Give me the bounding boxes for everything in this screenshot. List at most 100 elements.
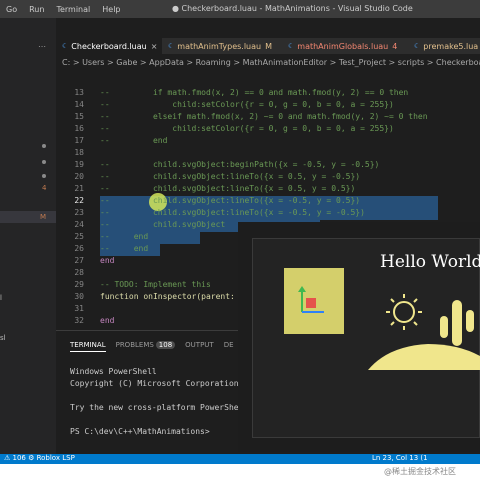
gizmo-box[interactable] xyxy=(284,268,344,334)
code-line: 18 xyxy=(56,148,480,160)
code-text: -- end xyxy=(100,244,149,253)
code-text: -- child.svgObject xyxy=(100,220,226,229)
sidebar-fragment-2: sl xyxy=(0,334,6,342)
code-text: -- child.svgObject:beginPath({x = -0.5, … xyxy=(100,160,380,169)
tab-label: mathAnimTypes.luau xyxy=(177,41,262,51)
code-text: -- child.svgObject:lineTo({x = 0.5, y = … xyxy=(100,172,361,181)
sidebar-selected-item[interactable] xyxy=(0,211,56,223)
line-number: 18 xyxy=(74,148,84,157)
tab-output[interactable]: OUTPUT xyxy=(185,341,214,352)
code-line: 15 -- elseif math.fmod(x, 2) ~= 0 and mat… xyxy=(56,112,480,124)
lua-file-icon: ☾ xyxy=(62,42,69,50)
editor-tabs: ☾ Checkerboard.luau × ☾ mathAnimTypes.lu… xyxy=(56,38,480,54)
change-dot-2 xyxy=(42,160,46,164)
tab-problems[interactable]: PROBLEMS 108 xyxy=(116,341,176,352)
line-number: 30 xyxy=(74,292,84,301)
terminal-prompt: PS C:\dev\C++\MathAnimations> xyxy=(70,427,210,436)
code-text: -- child:setColor({r = 0, g = 0, b = 0, … xyxy=(100,124,394,133)
line-number: 19 xyxy=(74,160,84,169)
tab-status: 4 xyxy=(392,41,398,51)
tab-debug-console[interactable]: DE xyxy=(224,341,234,352)
line-number: 32 xyxy=(74,316,84,325)
line-number: 13 xyxy=(74,88,84,97)
line-number: 28 xyxy=(74,268,84,277)
terminal-line: Windows PowerShell xyxy=(70,367,157,376)
tab-terminal[interactable]: TERMINAL xyxy=(70,341,106,352)
close-icon[interactable]: × xyxy=(151,42,158,51)
code-line: 23 -- child.svgObject:lineTo({x = -0.5, y… xyxy=(56,208,480,220)
code-text: -- end xyxy=(100,232,149,241)
line-number: 16 xyxy=(74,124,84,133)
line-number: 14 xyxy=(74,100,84,109)
code-text: function onInspector(parent: xyxy=(100,292,235,301)
menu-run[interactable]: Run xyxy=(23,5,50,14)
preview-text: Hello World xyxy=(380,252,480,272)
tab-label: PROBLEMS xyxy=(115,341,154,349)
code-text: -- end xyxy=(100,136,168,145)
code-text: end xyxy=(100,316,115,325)
terminal-output[interactable]: Windows PowerShell Copyright (C) Microso… xyxy=(70,367,243,439)
line-number: 21 xyxy=(74,184,84,193)
panel-tabs: TERMINAL PROBLEMS 108 OUTPUT DE xyxy=(70,341,234,352)
code-line: 14 -- child:setColor({r = 0, g = 0, b = 0… xyxy=(56,100,480,112)
line-number: 23 xyxy=(74,208,84,217)
line-number: 24 xyxy=(74,220,84,229)
tab-label: Checkerboard.luau xyxy=(71,41,147,51)
line-number: 31 xyxy=(74,304,84,313)
vscode-window: Go Run Terminal Help ● Checkerboard.luau… xyxy=(0,0,480,464)
lua-file-icon: ☾ xyxy=(414,42,421,50)
tab-checkerboard[interactable]: ☾ Checkerboard.luau × xyxy=(56,38,162,54)
code-line: 13 -- if math.fmod(x, 2) == 0 and math.fm… xyxy=(56,88,480,100)
code-text: -- child:setColor({r = 0, g = 0, b = 0, … xyxy=(100,100,394,109)
terminal-line: Try the new cross-platform PowerShel xyxy=(70,403,244,412)
status-bar: ⚠ 106 ⚙ Roblox LSP Ln 23, Col 13 (1 xyxy=(0,454,480,464)
line-number: 25 xyxy=(74,232,84,241)
cursor-position[interactable]: Ln 23, Col 13 (1 xyxy=(372,454,428,462)
line-number: 15 xyxy=(74,112,84,121)
split-editor-icon[interactable]: ⋯ xyxy=(38,42,46,51)
sun-cactus-illustration xyxy=(368,294,480,370)
code-line: 17 -- end xyxy=(56,136,480,148)
tab-label: premake5.lua xyxy=(423,41,479,51)
code-line: 16 -- child:setColor({r = 0, g = 0, b = 0… xyxy=(56,124,480,136)
menu-help[interactable]: Help xyxy=(96,5,126,14)
code-line: 19 -- child.svgObject:beginPath({x = -0.5… xyxy=(56,160,480,172)
tab-label: mathAnimGlobals.luau xyxy=(297,41,389,51)
line-number: 17 xyxy=(74,136,84,145)
code-line: 20 -- child.svgObject:lineTo({x = 0.5, y … xyxy=(56,172,480,184)
status-left[interactable]: ⚠ 106 ⚙ Roblox LSP xyxy=(4,454,75,462)
transform-gizmo-icon xyxy=(298,286,324,313)
code-text: -- child.svgObject:lineTo({x = 0.5, y = … xyxy=(100,184,356,193)
tab-status: M xyxy=(265,41,272,51)
code-text: -- TODO: Implement this xyxy=(100,280,211,289)
lua-file-icon: ☾ xyxy=(168,42,175,50)
watermark: @稀土掘金技术社区 xyxy=(384,467,456,476)
code-text: -- if math.fmod(x, 2) == 0 and math.fmod… xyxy=(100,88,409,97)
code-text: -- elseif math.fmod(x, 2) ~= 0 and math.… xyxy=(100,112,428,121)
tab-premake5[interactable]: ☾ premake5.lua xyxy=(408,38,480,54)
line-number: 20 xyxy=(74,172,84,181)
modified-marker: M xyxy=(40,213,47,221)
menu-terminal[interactable]: Terminal xyxy=(50,5,96,14)
terminal-line: Copyright (C) Microsoft Corporation. xyxy=(70,379,244,388)
tab-mathanimglobals[interactable]: ☾ mathAnimGlobals.luau 4 xyxy=(282,38,408,54)
sidebar: ⋯ 4 M l sl xyxy=(0,18,56,454)
menu-go[interactable]: Go xyxy=(0,5,23,14)
code-text: end xyxy=(100,256,115,265)
change-dot-1 xyxy=(42,144,46,148)
tab-mathanimtypes[interactable]: ☾ mathAnimTypes.luau M xyxy=(162,38,282,54)
sidebar-fragment-1: l xyxy=(0,294,2,302)
code-line: 21 -- child.svgObject:lineTo({x = 0.5, y … xyxy=(56,184,480,196)
line-number: 26 xyxy=(74,244,84,253)
code-text: -- child.svgObject:lineTo({x = -0.5, y =… xyxy=(100,208,365,217)
title-bar: Go Run Terminal Help ● Checkerboard.luau… xyxy=(0,0,480,18)
code-text: -- child.svgObject:lineTo({x = -0.5, y =… xyxy=(100,196,361,205)
line-number: 27 xyxy=(74,256,84,265)
lua-file-icon: ☾ xyxy=(288,42,295,50)
change-dot-3 xyxy=(42,174,46,178)
code-line-current: 22 -- child.svgObject:lineTo({x = -0.5, y… xyxy=(56,196,480,208)
error-count-marker: 4 xyxy=(42,184,47,192)
line-number: 22 xyxy=(74,196,84,205)
